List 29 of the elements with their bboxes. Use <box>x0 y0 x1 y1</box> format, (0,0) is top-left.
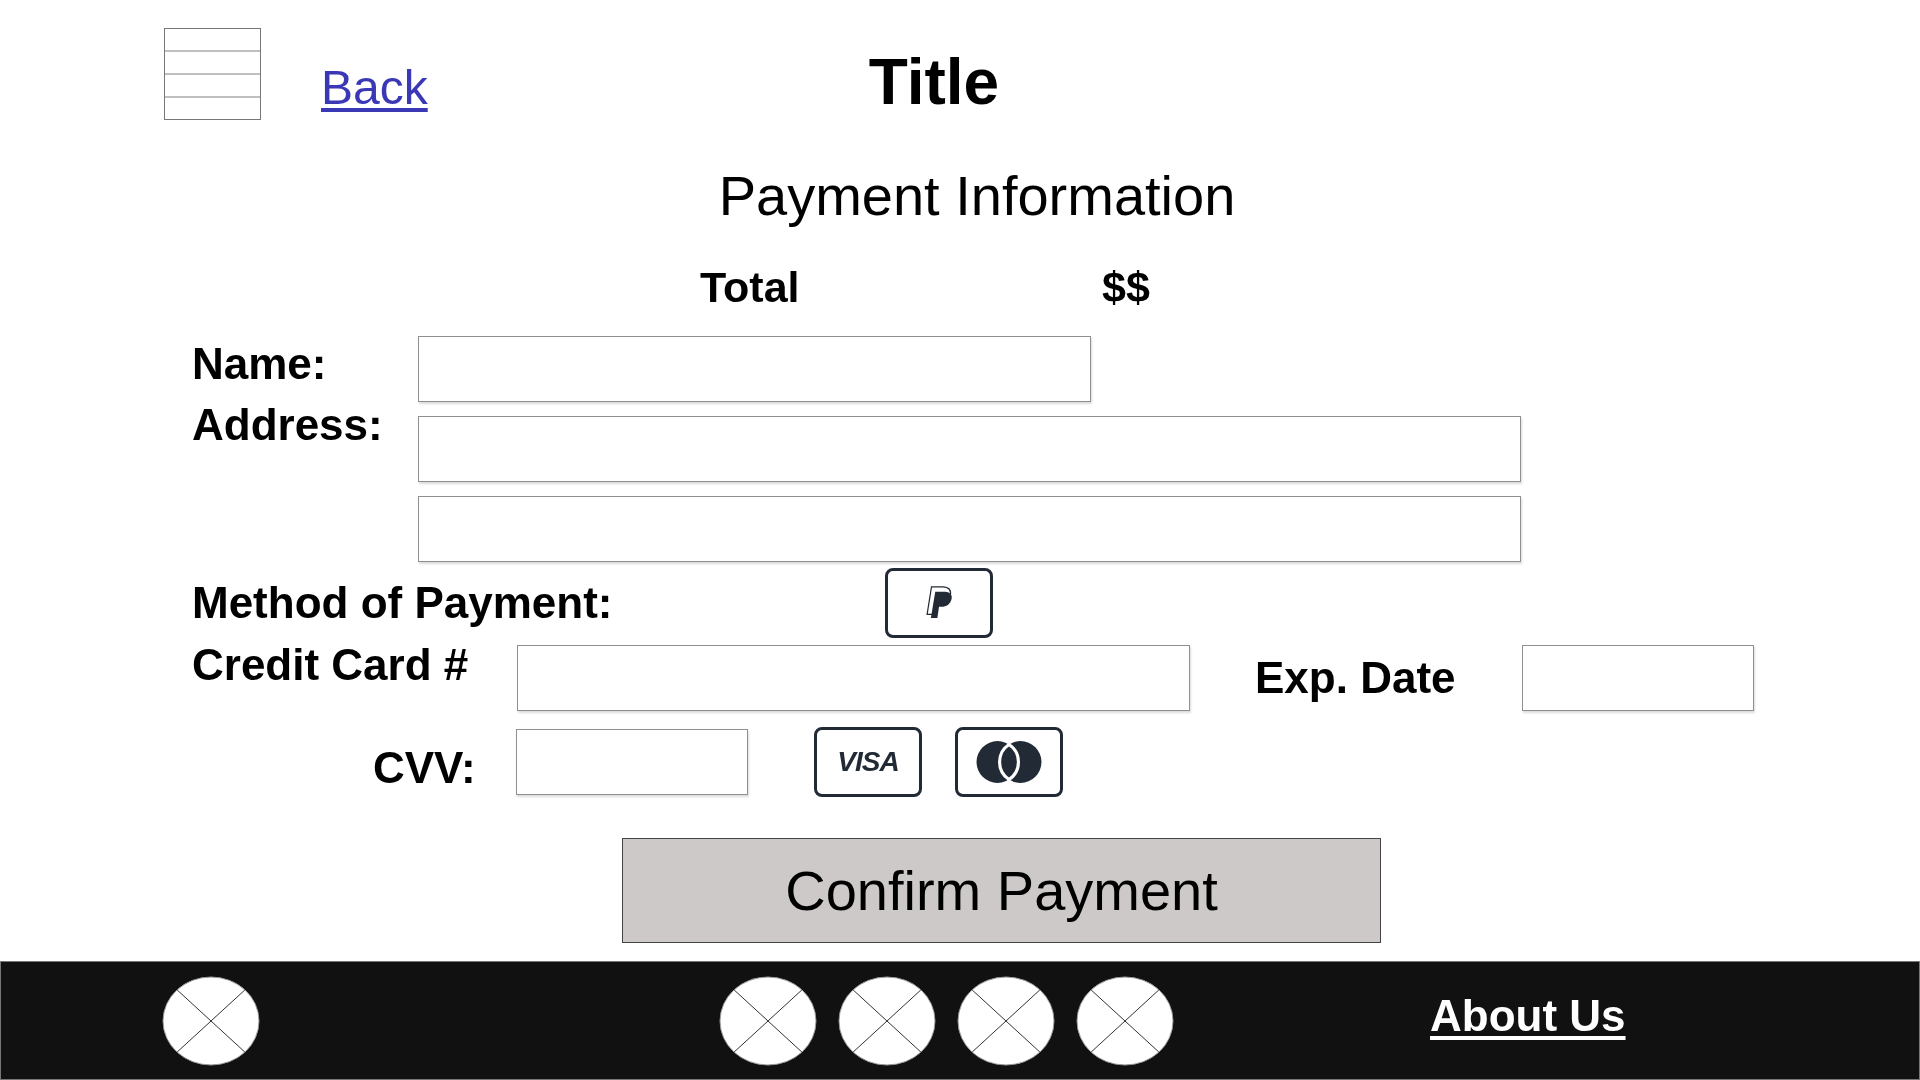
payment-method-label: Method of Payment: <box>192 578 614 628</box>
page-title: Title <box>868 45 1000 120</box>
card-number-label: Credit Card # <box>192 640 470 690</box>
visa-button[interactable]: VISA <box>814 727 922 797</box>
menu-icon[interactable] <box>164 28 261 120</box>
card-number-field[interactable] <box>517 645 1190 711</box>
name-label: Name: <box>192 339 328 389</box>
cvv-field[interactable] <box>516 729 748 795</box>
crossed-circle-icon[interactable] <box>1076 975 1174 1066</box>
mastercard-button[interactable] <box>955 727 1063 797</box>
address-label: Address: <box>192 400 384 450</box>
overlapping-circles-icon <box>974 740 1044 784</box>
confirm-payment-button[interactable]: Confirm Payment <box>622 838 1381 943</box>
name-field[interactable] <box>418 336 1091 402</box>
crossed-circle-icon[interactable] <box>838 975 936 1066</box>
back-link[interactable]: Back <box>321 60 428 115</box>
section-heading: Payment Information <box>717 164 1237 228</box>
paypal-button[interactable] <box>885 568 993 638</box>
address-field[interactable] <box>418 496 1521 562</box>
crossed-circle-icon[interactable] <box>162 975 260 1066</box>
address-field[interactable] <box>418 416 1521 482</box>
cvv-label: CVV: <box>373 743 477 793</box>
about-us-link[interactable]: About Us <box>1430 990 1626 1041</box>
expiry-date-label: Exp. Date <box>1255 653 1457 703</box>
crossed-circle-icon[interactable] <box>719 975 817 1066</box>
crossed-circle-icon[interactable] <box>957 975 1055 1066</box>
total-label: Total <box>700 263 801 312</box>
expiry-date-field[interactable] <box>1522 645 1754 711</box>
total-value: $$ <box>1102 263 1150 312</box>
